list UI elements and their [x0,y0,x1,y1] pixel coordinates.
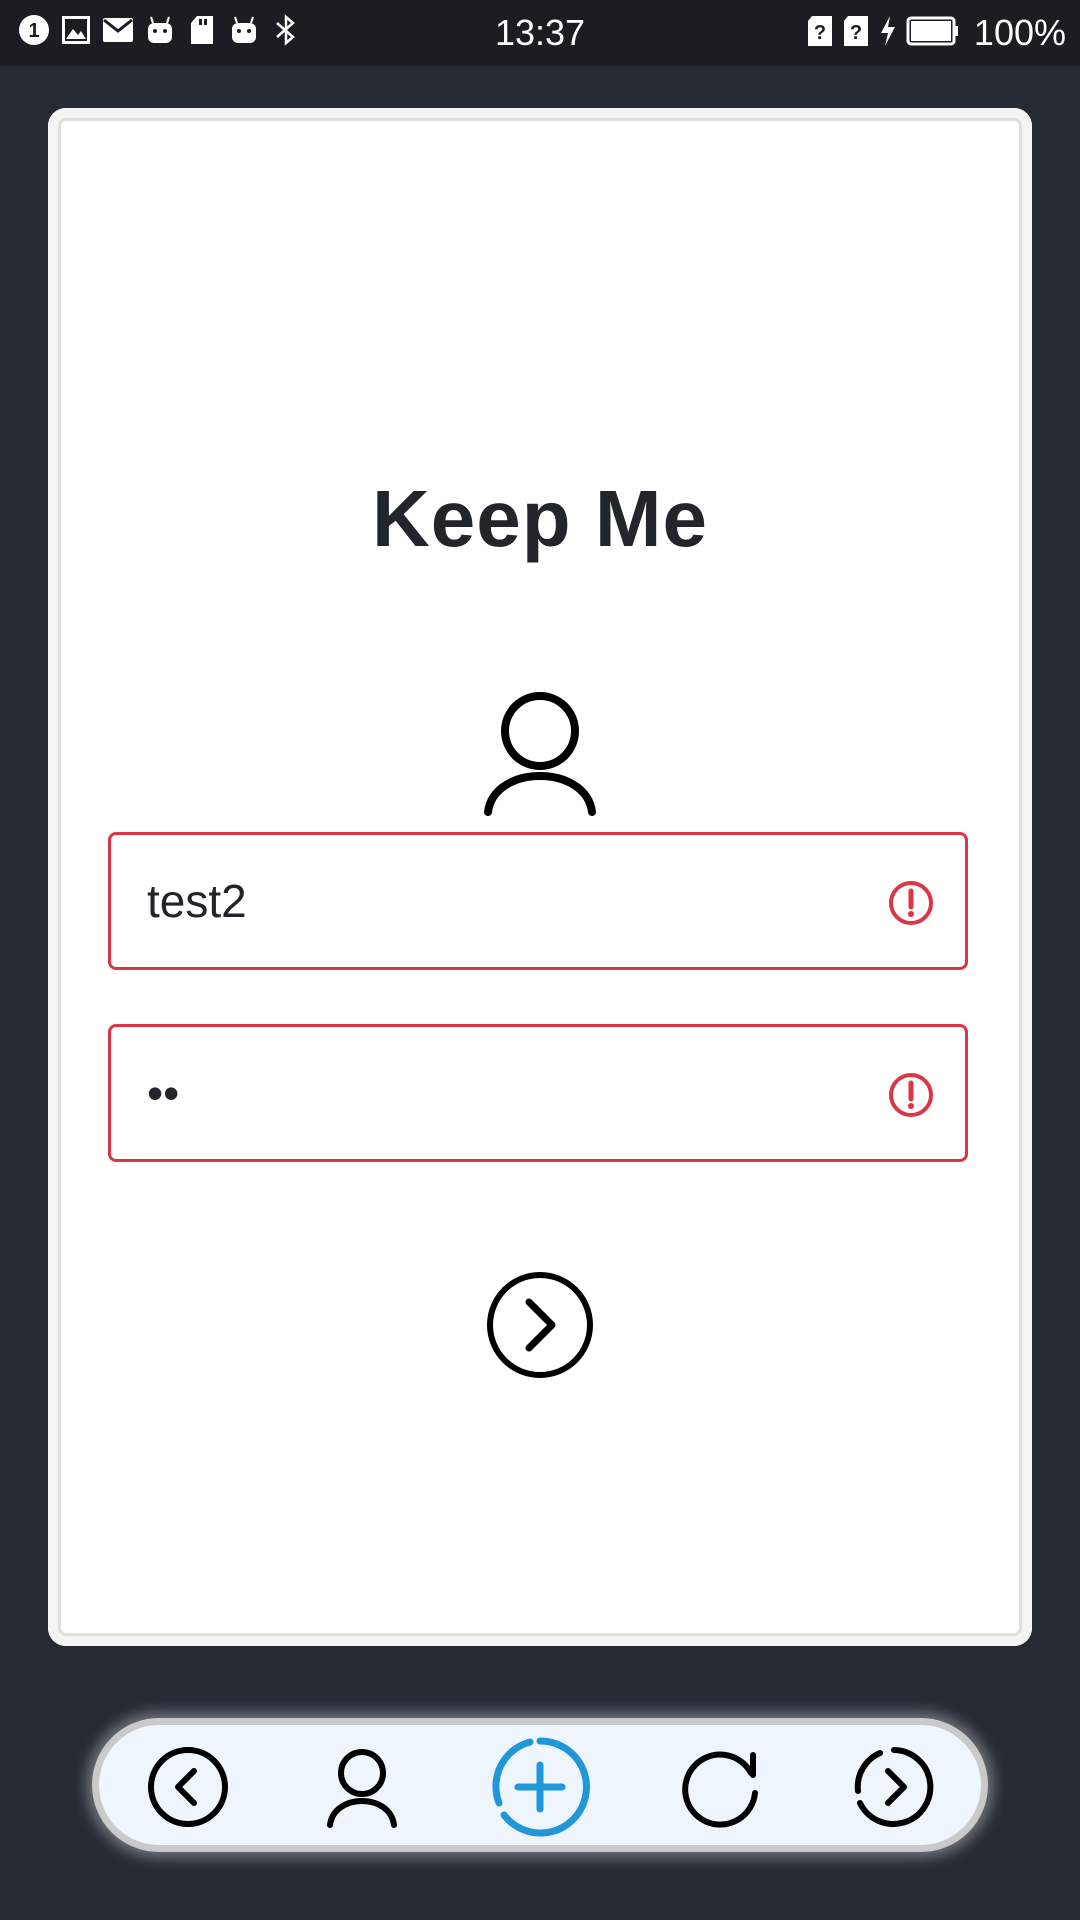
user-icon[interactable] [320,1745,404,1829]
status-bar: 1 13:37 ? ? 100% [0,0,1080,66]
add-icon[interactable] [490,1737,590,1837]
password-field[interactable] [108,1024,968,1162]
svg-text:?: ? [814,22,826,44]
login-card: Keep Me [48,108,1032,1646]
bottom-nav [92,1718,988,1852]
app-title: Keep Me [372,474,708,563]
submit-button[interactable] [485,1270,595,1385]
svg-text:?: ? [850,22,862,44]
battery-icon [906,16,960,51]
error-icon [887,1071,935,1124]
no-sim-icon: ? [842,15,870,52]
back-icon[interactable] [146,1745,230,1829]
error-icon [887,879,935,932]
status-right-icons: ? ? 100% [806,12,1066,54]
username-input[interactable] [147,835,847,967]
password-input[interactable] [147,1027,847,1159]
user-avatar-icon [480,686,600,821]
battery-percent: 100% [973,12,1066,53]
username-field[interactable] [108,832,968,970]
no-sim-icon: ? [806,15,834,52]
refresh-icon[interactable] [679,1745,763,1829]
forward-icon[interactable] [852,1745,936,1829]
charging-icon [878,15,898,52]
